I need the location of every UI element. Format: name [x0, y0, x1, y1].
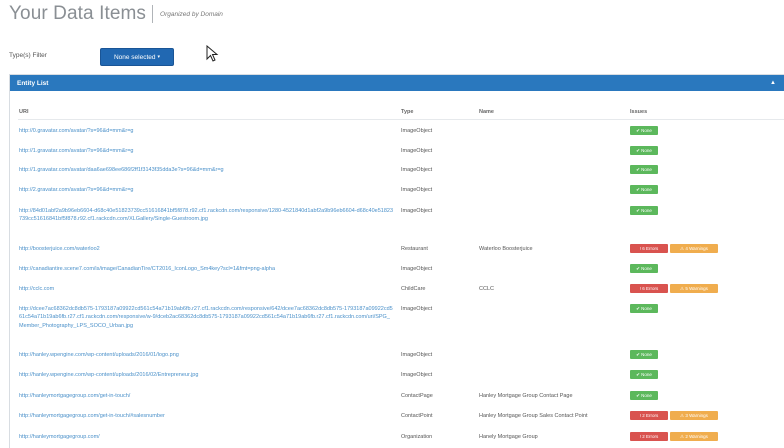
entity-type: ImageObject: [401, 148, 433, 154]
entity-type: ImageObject: [401, 208, 433, 214]
entity-uri-link[interactable]: http://hanleymortgagegroup.com/: [19, 433, 394, 441]
entity-uri-link[interactable]: http://1.gravatar.com/avatar/daa6ae698ee…: [19, 166, 394, 174]
no-issues-badge: ✔ None: [630, 370, 658, 379]
column-header-issues: Issues: [630, 109, 648, 115]
errors-badge[interactable]: ! 6 Errors: [630, 244, 668, 253]
entity-issues: ✔ None: [630, 185, 658, 194]
entity-issues: ✔ None: [630, 304, 658, 313]
entity-type: ImageObject: [401, 372, 433, 378]
entity-type: ImageObject: [401, 167, 433, 173]
page-subtitle: Organized by Domain: [160, 10, 223, 18]
no-issues-badge: ✔ None: [630, 206, 658, 215]
errors-badge[interactable]: ! 2 Errors: [630, 432, 668, 441]
no-issues-badge: ✔ None: [630, 146, 658, 155]
warnings-badge[interactable]: ⚠ 5 Warnings: [670, 284, 718, 293]
entity-type: ChildCare: [401, 286, 426, 292]
page-title: Your Data Items: [9, 3, 147, 24]
entity-issues: ✔ None: [630, 146, 658, 155]
entity-type: ImageObject: [401, 266, 433, 272]
entity-type: ImageObject: [401, 187, 433, 193]
chevron-down-icon: ▾: [157, 54, 161, 60]
mouse-pointer-icon: [206, 45, 219, 62]
entity-type: Restaurant: [401, 246, 428, 252]
entity-type: ImageObject: [401, 128, 433, 134]
entity-type: ImageObject: [401, 306, 433, 312]
type-filter: Type(s) Filter None selected ▾: [9, 48, 309, 66]
warnings-badge[interactable]: ⚠ 2 Warnings: [670, 432, 718, 441]
entity-list-header[interactable]: Entity List ▲: [10, 75, 784, 91]
no-issues-badge: ✔ None: [630, 304, 658, 313]
no-issues-badge: ✔ None: [630, 126, 658, 135]
chevron-up-icon[interactable]: ▲: [770, 80, 776, 86]
entity-uri-link[interactable]: http://hanley.wpengine.com/wp-content/up…: [19, 371, 394, 379]
entity-type: ImageObject: [401, 352, 433, 358]
entity-uri-link[interactable]: http://84d01abf2a9b96eb6604-d68c40e51823…: [19, 207, 394, 224]
entity-uri-link[interactable]: http://1.gravatar.com/avatar/?s=96&d=mm&…: [19, 147, 394, 155]
warnings-badge[interactable]: ⚠ 4 Warnings: [670, 244, 718, 253]
entity-uri-link[interactable]: http://hanleymortgagegroup.com/get-in-to…: [19, 392, 394, 400]
errors-badge[interactable]: ! 6 Errors: [630, 284, 668, 293]
entity-uri-link[interactable]: http://0.gravatar.com/avatar/?s=96&d=mm&…: [19, 127, 394, 135]
entity-issues: ✔ None: [630, 264, 658, 273]
entity-name: Hanley Mortgage Group Contact Page: [479, 393, 573, 399]
entity-name: CCLC: [479, 286, 494, 292]
type-filter-label: Type(s) Filter: [9, 52, 47, 59]
no-issues-badge: ✔ None: [630, 185, 658, 194]
entity-issues: ! 2 Errors ⚠ 2 Warnings: [630, 432, 718, 441]
entity-list-title: Entity List: [17, 79, 49, 87]
entity-uri-link[interactable]: http://boosterjuice.com/waterloo2: [19, 245, 394, 253]
entity-uri-link[interactable]: http://cclc.com: [19, 285, 394, 293]
type-filter-dropdown[interactable]: None selected ▾: [100, 48, 174, 66]
header-divider: [18, 119, 784, 120]
no-issues-badge: ✔ None: [630, 264, 658, 273]
entity-issues: ! 2 Errors ⚠ 3 Warnings: [630, 411, 718, 420]
title-divider: [152, 5, 154, 23]
column-header-uri: URI: [19, 109, 29, 115]
no-issues-badge: ✔ None: [630, 350, 658, 359]
entity-uri-link[interactable]: http://hanley.wpengine.com/wp-content/up…: [19, 351, 394, 359]
entity-name: Waterloo Boosterjuice: [479, 246, 533, 252]
entity-uri-link[interactable]: http://hanleymortgagegroup.com/get-in-to…: [19, 412, 394, 420]
entity-type: ContactPoint: [401, 413, 433, 419]
entity-name: Hanely Mortgage Group: [479, 434, 538, 440]
type-filter-value: None selected: [113, 53, 156, 61]
entity-issues: ✔ None: [630, 165, 658, 174]
entity-issues: ✔ None: [630, 350, 658, 359]
entity-issues: ✔ None: [630, 206, 658, 215]
entity-issues: ✔ None: [630, 126, 658, 135]
entity-issues: ✔ None: [630, 370, 658, 379]
warnings-badge[interactable]: ⚠ 3 Warnings: [670, 411, 718, 420]
page-header: Your Data Items Organized by Domain: [9, 2, 223, 26]
column-header-name: Name: [479, 109, 494, 115]
column-header-type: Type: [401, 109, 414, 115]
entity-list-panel: Entity List ▲ URI Type Name Issues http:…: [9, 74, 784, 448]
entity-issues: ! 6 Errors ⚠ 4 Warnings: [630, 244, 718, 253]
entity-issues: ! 6 Errors ⚠ 5 Warnings: [630, 284, 718, 293]
entity-uri-link[interactable]: http://2.gravatar.com/avatar/?s=96&d=mm&…: [19, 186, 394, 194]
entity-uri-link[interactable]: http://canadiantire.scene7.com/is/image/…: [19, 265, 394, 273]
entity-uri-link[interactable]: http://dcee7ac68362dc8db575-1793187a0992…: [19, 305, 394, 330]
no-issues-badge: ✔ None: [630, 165, 658, 174]
entity-name: Hanley Mortgage Group Sales Contact Poin…: [479, 413, 588, 419]
entity-type: Organization: [401, 434, 433, 440]
entity-type: ContactPage: [401, 393, 433, 399]
entity-issues: ✔ None: [630, 391, 658, 400]
errors-badge[interactable]: ! 2 Errors: [630, 411, 668, 420]
no-issues-badge: ✔ None: [630, 391, 658, 400]
